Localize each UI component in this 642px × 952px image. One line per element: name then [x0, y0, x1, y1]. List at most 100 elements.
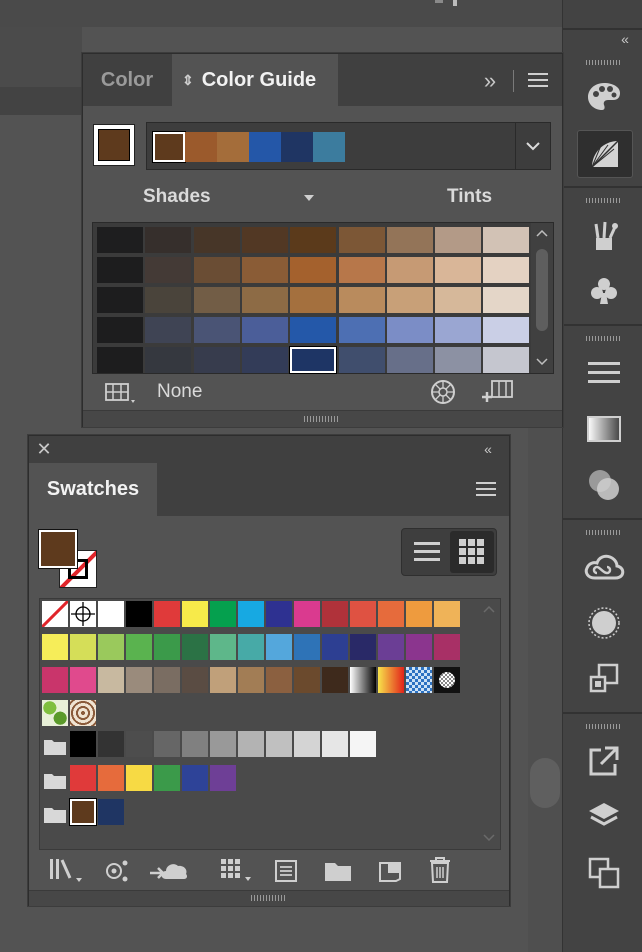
- variation-swatch[interactable]: [435, 227, 482, 253]
- variation-swatch[interactable]: [193, 347, 240, 373]
- trash-icon[interactable]: [425, 854, 455, 886]
- harmony-rules-bar[interactable]: [146, 122, 551, 170]
- variation-swatch[interactable]: [483, 317, 530, 343]
- dock-grip[interactable]: [586, 60, 620, 65]
- color-group-folder-icon[interactable]: [42, 765, 68, 791]
- swatch[interactable]: [378, 601, 404, 627]
- variation-swatch[interactable]: [435, 257, 482, 283]
- swatch[interactable]: [42, 667, 68, 693]
- variation-swatch[interactable]: [145, 317, 192, 343]
- swatch[interactable]: [70, 667, 96, 693]
- dock-stroke-button[interactable]: [577, 350, 631, 396]
- variation-swatch[interactable]: [97, 317, 143, 343]
- group-swatch[interactable]: [69, 798, 97, 826]
- dock-cc-libraries-button[interactable]: [577, 544, 631, 590]
- fill-swatch[interactable]: [39, 530, 77, 568]
- variation-swatch[interactable]: [435, 287, 482, 313]
- variation-swatch[interactable]: [145, 287, 192, 313]
- variation-swatch[interactable]: [338, 257, 385, 283]
- variation-swatch[interactable]: [193, 287, 240, 313]
- dock-grip[interactable]: [586, 530, 620, 535]
- dock-layers-button[interactable]: [577, 794, 631, 840]
- swatch[interactable]: [126, 634, 152, 660]
- group-swatch[interactable]: [98, 731, 124, 757]
- add-to-library-icon[interactable]: [147, 854, 191, 886]
- new-color-group-folder-icon[interactable]: [321, 856, 355, 886]
- group-swatch[interactable]: [70, 765, 96, 791]
- variation-swatch[interactable]: [338, 287, 385, 313]
- variation-swatch[interactable]: [290, 227, 337, 253]
- variation-swatch[interactable]: [241, 287, 288, 313]
- variation-swatch[interactable]: [193, 227, 240, 253]
- swatch[interactable]: [434, 667, 460, 693]
- group-swatch[interactable]: [154, 731, 180, 757]
- dock-color-guide-button[interactable]: [577, 130, 633, 178]
- group-swatch[interactable]: [210, 731, 236, 757]
- group-swatch[interactable]: [350, 731, 376, 757]
- swatch[interactable]: [378, 634, 404, 660]
- swatch[interactable]: [154, 634, 180, 660]
- swatch[interactable]: [210, 601, 236, 627]
- swatch-options-icon[interactable]: [271, 856, 301, 886]
- swatch[interactable]: [238, 667, 264, 693]
- swatch[interactable]: [98, 601, 124, 627]
- list-view-icon[interactable]: [406, 533, 448, 571]
- group-swatch[interactable]: [98, 765, 124, 791]
- group-swatch[interactable]: [98, 799, 124, 825]
- variation-swatch[interactable]: [386, 347, 433, 373]
- swatch[interactable]: [42, 634, 68, 660]
- dock-appearance-button[interactable]: [577, 600, 631, 646]
- color-group-folder-icon[interactable]: [42, 799, 68, 825]
- swatch[interactable]: [154, 667, 180, 693]
- dock-brushes-button[interactable]: [577, 212, 631, 258]
- resize-bar[interactable]: [29, 890, 509, 906]
- swatch[interactable]: [126, 667, 152, 693]
- swatch[interactable]: [434, 601, 460, 627]
- scroll-up-icon[interactable]: [480, 603, 498, 615]
- variations-scroll-thumb[interactable]: [536, 249, 548, 331]
- swatch[interactable]: [238, 601, 264, 627]
- variation-swatch[interactable]: [386, 257, 433, 283]
- tab-color[interactable]: Color: [83, 54, 171, 106]
- swatch[interactable]: [210, 667, 236, 693]
- variation-swatch[interactable]: [435, 317, 482, 343]
- new-swatch-icon[interactable]: [375, 856, 405, 886]
- variation-swatch[interactable]: [338, 317, 385, 343]
- swatch[interactable]: [294, 601, 320, 627]
- swatch[interactable]: [42, 700, 68, 726]
- current-color-swatch[interactable]: [93, 124, 135, 166]
- group-swatch[interactable]: [238, 731, 264, 757]
- swatch[interactable]: [350, 601, 376, 627]
- dock-artboards-button[interactable]: [577, 850, 631, 896]
- swatch[interactable]: [350, 634, 376, 660]
- swatch[interactable]: [98, 667, 124, 693]
- scroll-down-icon[interactable]: [480, 831, 498, 843]
- swatch[interactable]: [266, 667, 292, 693]
- panel-menu-icon[interactable]: [475, 481, 497, 497]
- swatch[interactable]: [378, 667, 404, 693]
- swatch[interactable]: [406, 634, 432, 660]
- variation-swatch[interactable]: [145, 257, 192, 283]
- variation-swatch[interactable]: [483, 257, 530, 283]
- swatch[interactable]: [322, 667, 348, 693]
- dock-grip[interactable]: [586, 198, 620, 203]
- swatch[interactable]: [182, 667, 208, 693]
- swatch[interactable]: [70, 601, 96, 627]
- collapse-dock-icon[interactable]: «: [613, 30, 637, 48]
- shades-dropdown-icon[interactable]: [301, 190, 317, 206]
- group-swatch[interactable]: [126, 731, 152, 757]
- dock-export-button[interactable]: [577, 738, 631, 784]
- swatch[interactable]: [98, 634, 124, 660]
- scroll-down-icon[interactable]: [533, 355, 551, 367]
- swatch[interactable]: [294, 634, 320, 660]
- swatch[interactable]: [322, 601, 348, 627]
- harmony-color[interactable]: [185, 132, 217, 162]
- workspace-scroll-thumb[interactable]: [530, 758, 560, 808]
- swatch[interactable]: [182, 601, 208, 627]
- variation-swatch[interactable]: [290, 257, 337, 283]
- group-swatch[interactable]: [266, 731, 292, 757]
- variation-swatch[interactable]: [145, 227, 192, 253]
- resize-grip[interactable]: [251, 895, 287, 901]
- variation-swatch[interactable]: [483, 287, 530, 313]
- swatch[interactable]: [154, 601, 180, 627]
